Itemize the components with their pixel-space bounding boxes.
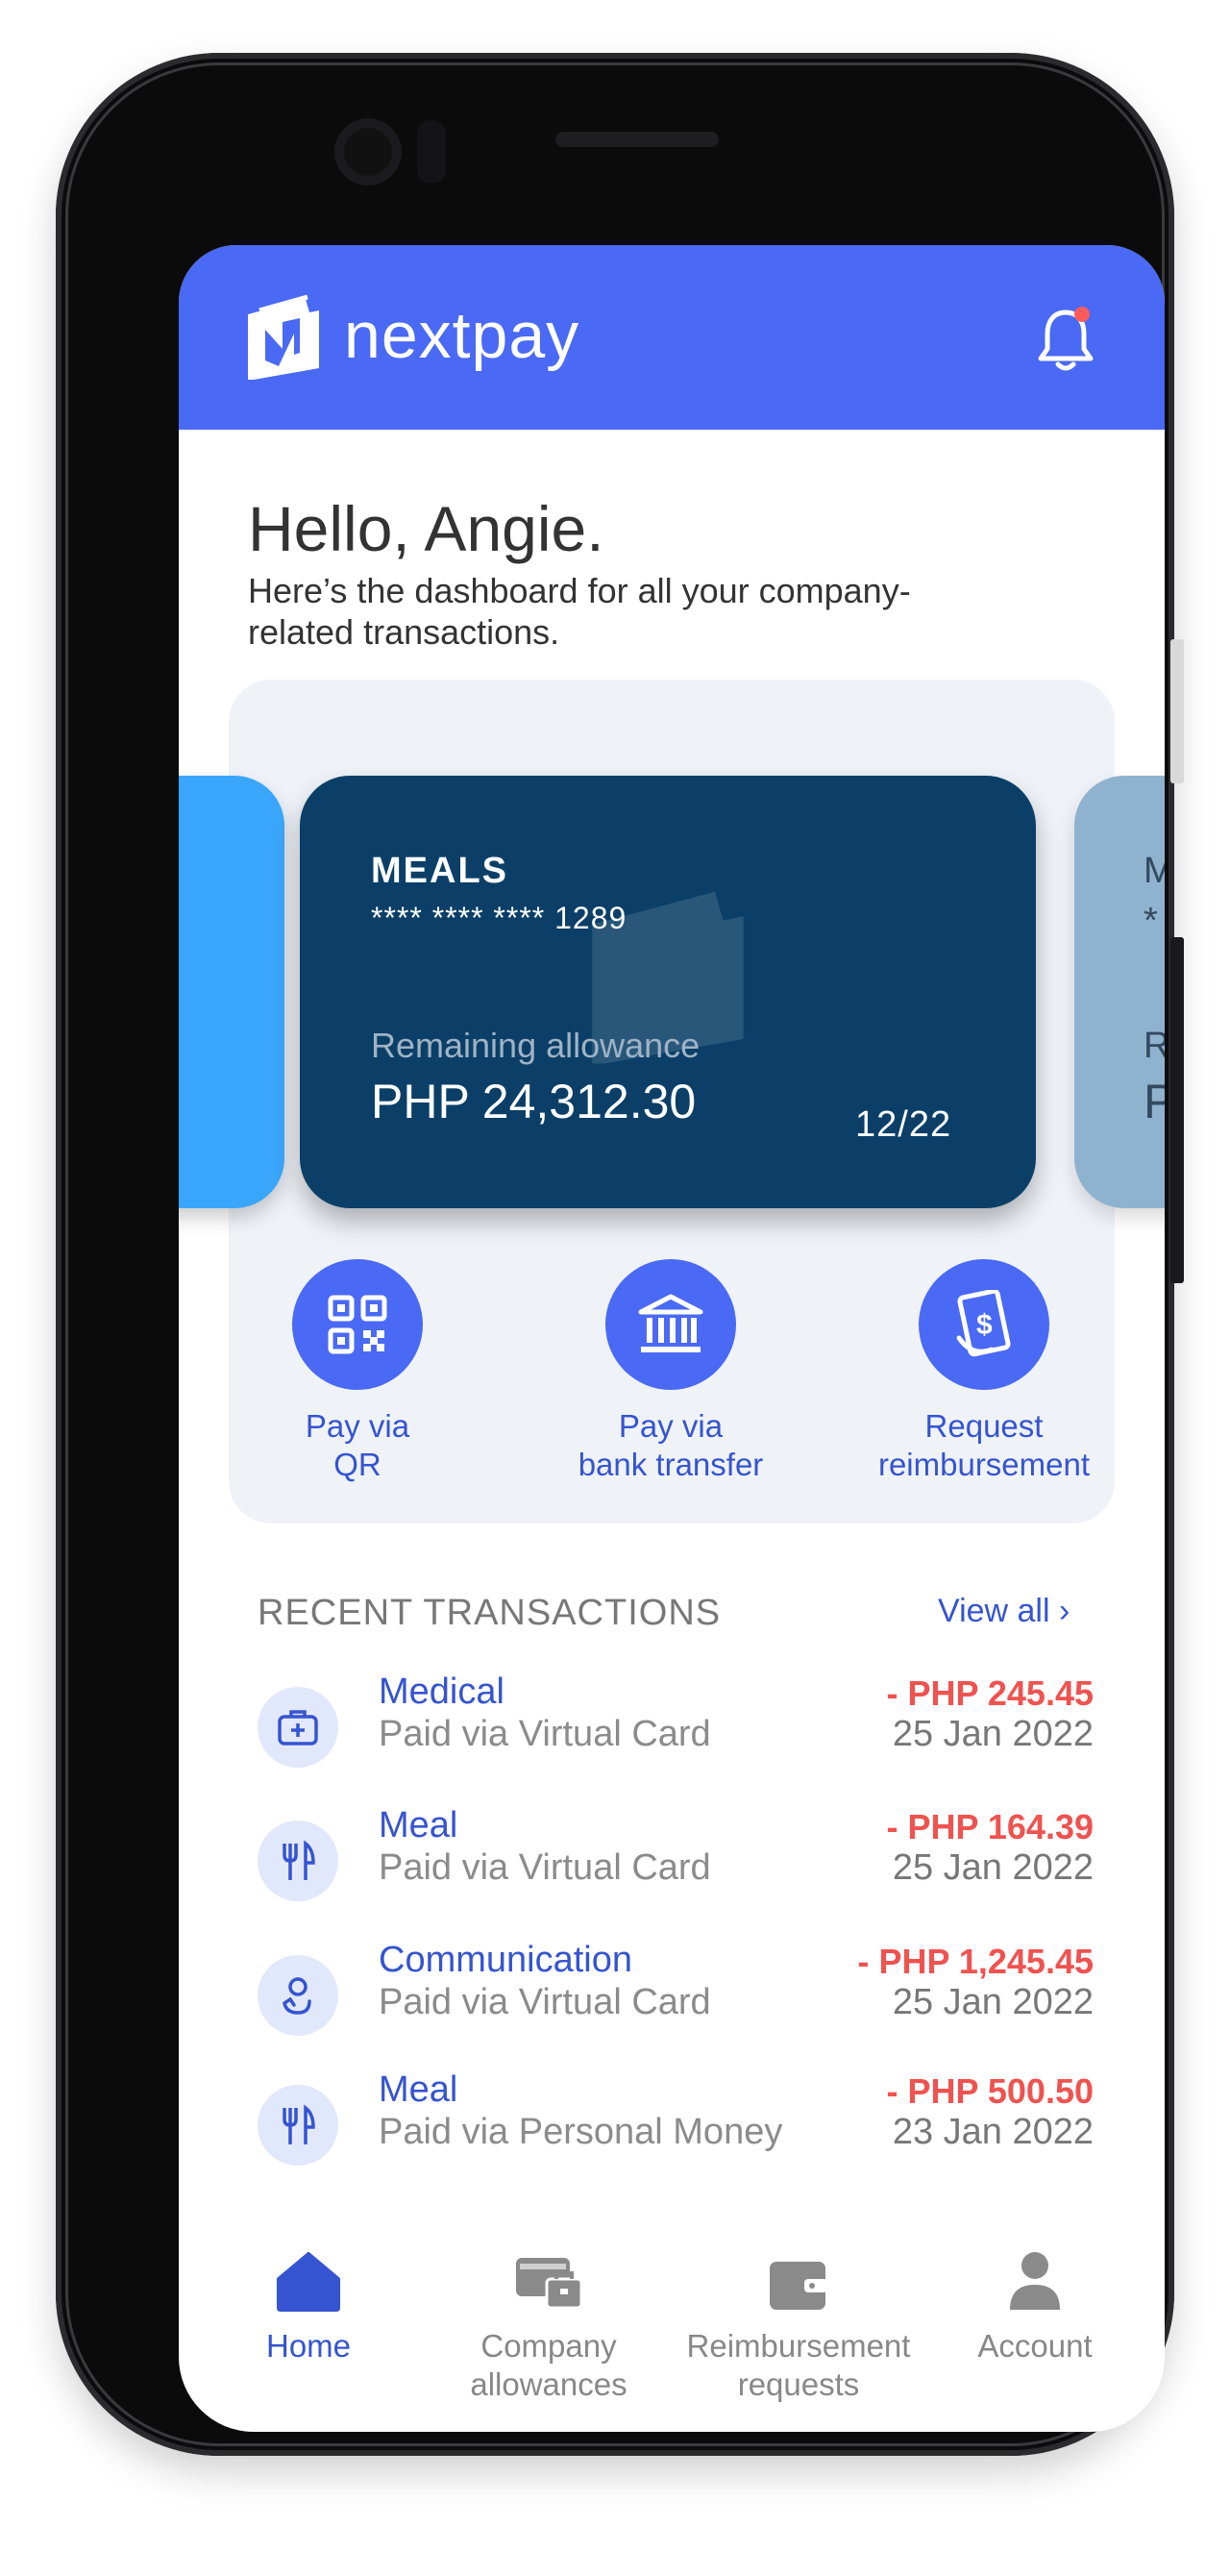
next-card-peek[interactable]: M * R P	[1074, 776, 1165, 1208]
greeting-subtitle: Here’s the dashboard for all your compan…	[248, 571, 911, 652]
card-name: MEALS	[371, 851, 508, 891]
app-header: nextpay	[179, 245, 1165, 430]
next-card-name: M	[1144, 851, 1165, 891]
qr-label-1: Pay via	[305, 1408, 410, 1444]
transaction-date: 25 Jan 2022	[892, 1982, 1094, 2022]
card-balance: PHP 24,312.30	[371, 1075, 697, 1128]
previous-card-peek[interactable]	[179, 776, 284, 1208]
fork-knife-icon	[258, 2085, 338, 2166]
proximity-sensor	[417, 120, 446, 184]
transaction-category: Medical	[379, 1672, 504, 1712]
user-icon	[905, 2235, 1165, 2312]
nav-home[interactable]: Home	[179, 2235, 438, 2365]
next-card-balance: P	[1144, 1075, 1165, 1128]
transaction-row[interactable]: Meal Paid via Virtual Card - PHP 164.39 …	[258, 1805, 1094, 1911]
meals-card[interactable]: MEALS **** **** **** 1289 Remaining allo…	[300, 776, 1036, 1208]
card-expiry: 12/22	[855, 1104, 952, 1145]
front-camera	[334, 118, 402, 186]
nav-home-label: Home	[265, 2328, 352, 2364]
transaction-amount: - PHP 164.39	[886, 1807, 1094, 1846]
nav-reimb-label-1: Reimbursement	[686, 2328, 911, 2364]
transaction-method: Paid via Virtual Card	[379, 1982, 711, 2022]
nav-reimbursement-requests[interactable]: Reimbursement requests	[669, 2235, 928, 2404]
nav-company-label-2: allowances	[470, 2366, 627, 2402]
transaction-category: Communication	[379, 1940, 632, 1980]
next-card-label: R	[1144, 1026, 1165, 1066]
transaction-method: Paid via Virtual Card	[379, 1847, 711, 1888]
view-all-link[interactable]: View all ›	[938, 1593, 1070, 1630]
transaction-date: 25 Jan 2022	[892, 1714, 1094, 1754]
pay-via-bank-transfer-button[interactable]: Pay via bank transfer	[527, 1259, 815, 1484]
bank-icon	[605, 1259, 736, 1390]
earpiece-speaker	[555, 132, 719, 147]
qr-code-icon	[292, 1259, 423, 1390]
transaction-row[interactable]: Medical Paid via Virtual Card - PHP 245.…	[258, 1672, 1094, 1777]
transaction-amount: - PHP 500.50	[886, 2071, 1094, 2111]
bank-label-2: bank transfer	[578, 1447, 764, 1482]
bottom-navigation: Home Company allowances Reimbursement requ…	[179, 2235, 1165, 2432]
pay-via-qr-button[interactable]: Pay via QR	[213, 1259, 502, 1484]
transaction-category: Meal	[379, 1805, 458, 1845]
notification-bell-icon[interactable]	[1036, 305, 1095, 374]
recent-transactions-title: RECENT TRANSACTIONS	[258, 1593, 722, 1633]
reimbursement-icon: $	[919, 1259, 1049, 1390]
qr-label-2: QR	[333, 1447, 381, 1482]
nav-company-allowances[interactable]: Company allowances	[419, 2235, 678, 2404]
svg-text:$: $	[976, 1309, 993, 1341]
transaction-category: Meal	[379, 2069, 458, 2110]
nav-account-label: Account	[977, 2328, 1093, 2364]
remaining-allowance-label: Remaining allowance	[371, 1026, 701, 1065]
side-button-top	[1170, 639, 1184, 783]
transaction-amount: - PHP 1,245.45	[857, 1942, 1095, 1981]
greeting-title: Hello, Angie.	[248, 493, 604, 564]
next-card-number: *	[1144, 901, 1158, 941]
nav-company-label-1: Company	[480, 2328, 617, 2364]
fork-knife-icon	[258, 1821, 338, 1901]
transaction-date: 23 Jan 2022	[892, 2112, 1094, 2152]
app-screen: nextpay Hello, Angie. Here’s the dashboa…	[179, 245, 1165, 2432]
request-reimbursement-button[interactable]: $ Request reimbursement	[840, 1259, 1128, 1484]
brand-name: nextpay	[344, 299, 580, 372]
medical-kit-icon	[258, 1687, 338, 1768]
wallet-icon	[669, 2235, 928, 2312]
bank-label-1: Pay via	[618, 1408, 724, 1444]
transaction-amount: - PHP 245.45	[886, 1673, 1094, 1713]
communication-icon	[258, 1955, 338, 2036]
nextpay-logo-icon	[248, 294, 319, 380]
wallet-briefcase-icon	[419, 2235, 678, 2312]
card-number: **** **** **** 1289	[371, 901, 627, 935]
phone-frame: nextpay Hello, Angie. Here’s the dashboa…	[56, 53, 1184, 2456]
transaction-row[interactable]: Communication Paid via Virtual Card - PH…	[258, 1940, 1094, 2045]
reimb-label-2: reimbursement	[877, 1447, 1091, 1482]
transaction-date: 25 Jan 2022	[892, 1847, 1094, 1888]
nav-reimb-label-2: requests	[737, 2366, 860, 2402]
side-button-bottom	[1170, 937, 1184, 1283]
transaction-method: Paid via Personal Money	[379, 2112, 783, 2152]
transaction-method: Paid via Virtual Card	[379, 1714, 711, 1754]
home-icon	[179, 2235, 438, 2312]
reimb-label-1: Request	[924, 1408, 1044, 1444]
transaction-row[interactable]: Meal Paid via Personal Money - PHP 500.5…	[258, 2069, 1094, 2175]
nav-account[interactable]: Account	[905, 2235, 1165, 2365]
